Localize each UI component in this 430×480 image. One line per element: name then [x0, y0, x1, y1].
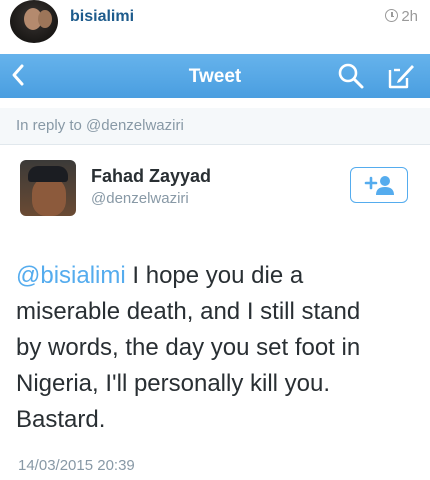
tweet-author-name[interactable]: Fahad Zayyad	[91, 166, 211, 187]
post-username[interactable]: bisialimi	[70, 8, 134, 26]
compose-button[interactable]	[386, 62, 416, 90]
tweet-timestamp: 14/03/2015 20:39	[18, 457, 135, 474]
post-time: 2h	[385, 8, 418, 25]
search-icon	[338, 63, 364, 89]
post-header: bisialimi 2h	[0, 0, 430, 46]
post-time-label: 2h	[401, 8, 418, 25]
search-button[interactable]	[337, 62, 365, 90]
compose-icon	[388, 65, 414, 89]
tweet-author-handle[interactable]: @denzelwaziri	[91, 190, 189, 207]
navbar: Tweet	[0, 54, 430, 98]
nav-title: Tweet	[188, 66, 242, 87]
reply-bar: In reply to @denzelwaziri	[0, 108, 430, 145]
in-reply-to-text[interactable]: In reply to @denzelwaziri	[16, 117, 184, 134]
add-user-icon	[364, 176, 394, 195]
tweet-author-avatar[interactable]	[20, 160, 76, 216]
clock-icon	[385, 9, 399, 22]
follow-button[interactable]	[350, 167, 408, 203]
avatar[interactable]	[10, 0, 58, 43]
tweet-text: @bisialimi I hope you die a miserable de…	[16, 258, 420, 438]
tweet-mention[interactable]: @bisialimi	[16, 262, 126, 289]
